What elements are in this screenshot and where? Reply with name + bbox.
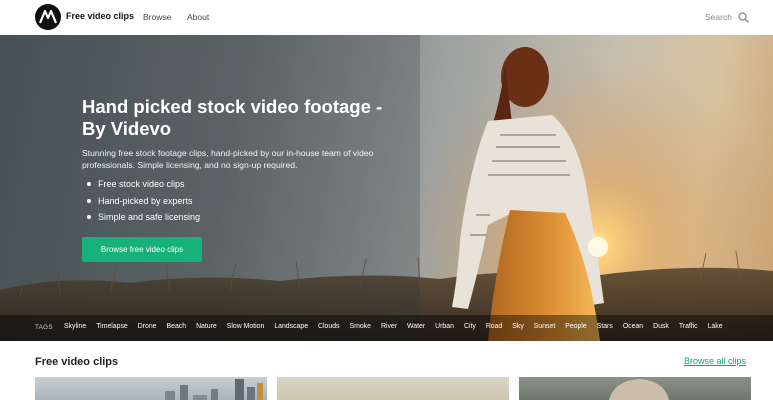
tags-label: TAGS (35, 324, 53, 331)
video-thumbnail[interactable] (35, 377, 267, 400)
tag-link[interactable]: Road (486, 323, 502, 330)
feature-item: Hand-picked by experts (82, 193, 200, 210)
site-header: Free video clips Browse About Search (0, 0, 773, 35)
tag-link[interactable]: Sunset (534, 323, 555, 330)
tag-link[interactable]: Slow Motion (227, 323, 265, 330)
video-thumbnail[interactable] (519, 377, 751, 400)
tag-link[interactable]: Landscape (274, 323, 308, 330)
tag-link[interactable]: Nature (196, 323, 217, 330)
brand-link[interactable]: Free video clips (66, 11, 134, 21)
tag-link[interactable]: Traffic (679, 323, 698, 330)
tag-link[interactable]: Skyline (64, 323, 86, 330)
hero-subtitle: Stunning free stock footage clips, hand-… (82, 148, 374, 170)
tag-link[interactable]: Dusk (653, 323, 669, 330)
tag-link[interactable]: Urban (435, 323, 454, 330)
tag-link[interactable]: Ocean (623, 323, 643, 330)
tag-link[interactable]: Water (407, 323, 425, 330)
feature-item: Free stock video clips (82, 176, 200, 193)
video-thumbnail[interactable] (277, 377, 509, 400)
tag-link[interactable]: Drone (138, 323, 157, 330)
section-title: Free video clips (35, 356, 119, 368)
browse-all-clips-link[interactable]: Browse all clips (684, 356, 746, 366)
tags-list: Skyline Timelapse Drone Beach Nature Slow Mot… (64, 323, 733, 330)
tag-link[interactable]: Sky (512, 323, 524, 330)
tag-link[interactable]: Stars (597, 323, 613, 330)
city-skyline-image (165, 379, 263, 400)
search-icon[interactable] (738, 10, 749, 28)
tag-link[interactable]: Beach (167, 323, 187, 330)
tag-link[interactable]: City (464, 323, 476, 330)
tag-link[interactable]: River (381, 323, 397, 330)
tag-link[interactable]: Timelapse (96, 323, 128, 330)
tag-link[interactable]: People (565, 323, 586, 330)
hero-banner: Hand picked stock video footage - By Vid… (0, 35, 773, 341)
browse-free-clips-button[interactable]: Browse free video clips (82, 237, 202, 262)
feature-list: Free stock video clips Hand-picked by ex… (82, 176, 200, 226)
videvo-logo-icon[interactable] (35, 4, 61, 30)
nav-about-link[interactable]: About (187, 12, 209, 22)
tag-link[interactable]: Smoke (349, 323, 370, 330)
nav-browse-link[interactable]: Browse (143, 12, 171, 22)
tag-link[interactable]: Lake (708, 323, 723, 330)
tag-link[interactable]: Clouds (318, 323, 339, 330)
tags-bar: TAGS Skyline Timelapse Drone Beach Nature Slo… (0, 315, 773, 341)
search-input[interactable]: Search (705, 12, 732, 22)
feature-item: Simple and safe licensing (82, 209, 200, 226)
hand-image (609, 379, 669, 400)
hero-title: Hand picked stock video footage - By Vid… (82, 96, 383, 139)
